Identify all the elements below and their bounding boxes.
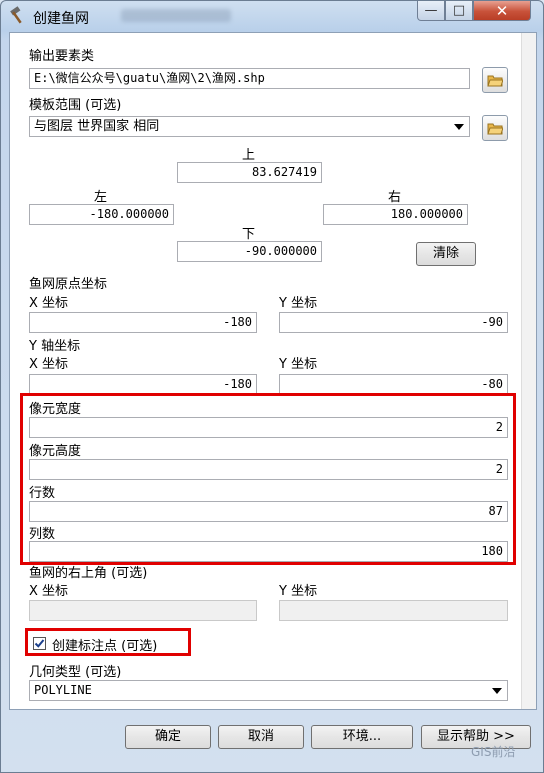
window-title: 创建鱼网 [33, 11, 89, 27]
extent-bottom-input[interactable]: -90.000000 [177, 241, 322, 262]
y-axis-x-label: X 坐标 [29, 357, 69, 372]
background-window-title [121, 9, 231, 22]
extent-right-label: 右 [388, 190, 402, 205]
maximize-button[interactable]: □ [445, 1, 473, 21]
extent-left-input[interactable]: -180.000000 [29, 204, 174, 225]
output-features-input[interactable]: E:\微信公众号\guatu\渔网\2\渔网.shp [29, 68, 470, 89]
highlight-box-cells [20, 393, 516, 565]
cancel-button[interactable]: 取消 [218, 725, 304, 749]
origin-y-input[interactable]: -90 [279, 312, 508, 333]
maximize-icon: □ [452, 3, 466, 18]
watermark-brand: GIS前沿 [471, 745, 516, 759]
opposite-corner-y-input [279, 600, 508, 621]
y-axis-y-input[interactable]: -80 [279, 374, 508, 395]
title-bar[interactable]: 创建鱼网 — □ ✕ [1, 1, 543, 31]
extent-top-label: 上 [242, 148, 256, 163]
y-axis-x-input[interactable]: -180 [29, 374, 257, 395]
origin-label: 鱼网原点坐标 [29, 277, 108, 292]
origin-x-input[interactable]: -180 [29, 312, 257, 333]
origin-x-label: X 坐标 [29, 296, 69, 311]
opposite-corner-label: 鱼网的右上角 (可选) [29, 566, 148, 581]
chevron-down-icon [454, 124, 464, 130]
origin-y-label: Y 坐标 [279, 296, 318, 311]
extent-right-input[interactable]: 180.000000 [323, 204, 468, 225]
extent-top-input[interactable]: 83.627419 [177, 162, 322, 183]
template-extent-value: 与图层 世界国家 相同 [34, 119, 160, 134]
y-axis-y-label: Y 坐标 [279, 357, 318, 372]
scrollbar[interactable] [521, 33, 536, 709]
hammer-icon [10, 6, 22, 24]
opposite-corner-x-input [29, 600, 257, 621]
clear-extent-button[interactable]: 清除 [416, 242, 476, 266]
chevron-down-icon [492, 688, 502, 694]
close-button[interactable]: ✕ [473, 1, 531, 21]
opposite-corner-x-label: X 坐标 [29, 584, 69, 599]
browse-output-button[interactable] [482, 67, 508, 93]
opposite-corner-y-label: Y 坐标 [279, 584, 318, 599]
environments-button[interactable]: 环境... [311, 725, 413, 749]
browse-extent-button[interactable] [482, 115, 508, 141]
minimize-icon: — [424, 3, 438, 18]
y-axis-label: Y 轴坐标 [29, 339, 81, 354]
output-features-label: 输出要素类 [29, 49, 95, 64]
button-bar: 确定 取消 环境... 显示帮助 >> GIS前沿 [1, 717, 543, 772]
geometry-type-select[interactable]: POLYLINE [29, 680, 508, 701]
minimize-button[interactable]: — [417, 1, 445, 21]
extent-left-label: 左 [94, 190, 108, 205]
folder-icon [487, 75, 503, 87]
geometry-type-value: POLYLINE [34, 683, 92, 697]
ok-button[interactable]: 确定 [125, 725, 211, 749]
close-icon: ✕ [495, 1, 509, 20]
highlight-box-labels [25, 628, 191, 656]
template-extent-select[interactable]: 与图层 世界国家 相同 [29, 116, 470, 137]
template-extent-label: 模板范围 (可选) [29, 98, 122, 113]
extent-bottom-label: 下 [242, 227, 256, 242]
dialog-window: 创建鱼网 — □ ✕ 输出要素类 E:\微信公众号\guatu\渔网\2\渔网.… [0, 0, 544, 773]
dialog-content: 输出要素类 E:\微信公众号\guatu\渔网\2\渔网.shp 模板范围 (可… [9, 32, 537, 710]
geometry-type-label: 几何类型 (可选) [29, 665, 122, 680]
folder-icon [487, 123, 503, 135]
